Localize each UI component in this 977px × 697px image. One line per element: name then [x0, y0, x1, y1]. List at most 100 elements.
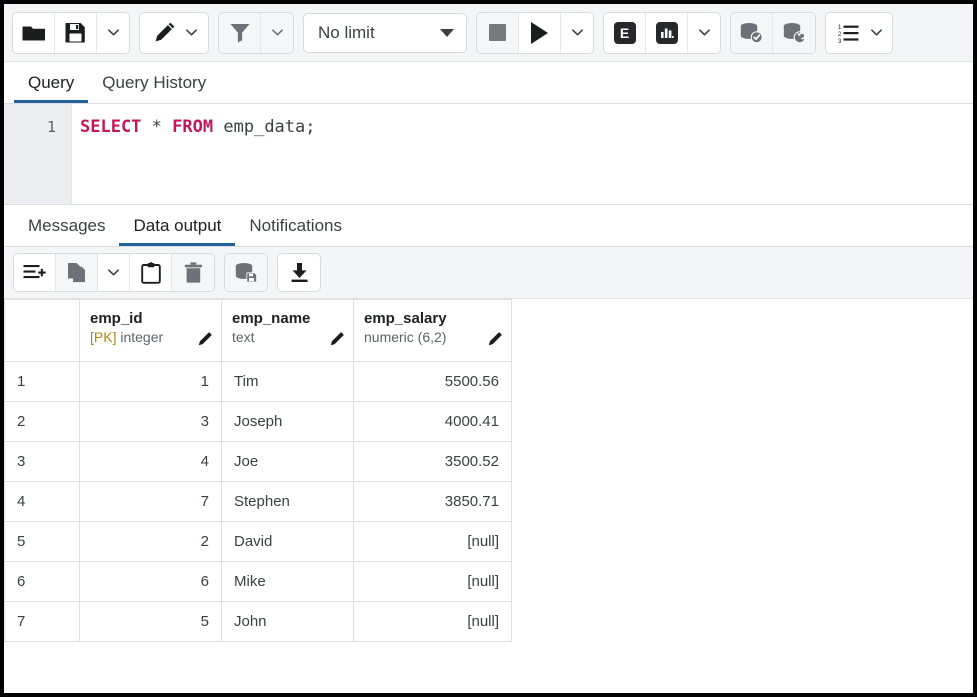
explain-analyze-button[interactable] [646, 13, 688, 53]
add-row-button[interactable] [14, 254, 56, 291]
cell-emp-name[interactable]: John [222, 602, 354, 642]
download-icon [289, 262, 310, 283]
edit-button[interactable] [140, 13, 182, 53]
download-csv-button[interactable] [278, 254, 320, 291]
database-rollback-icon [782, 22, 807, 44]
pencil-icon[interactable] [197, 331, 213, 347]
query-tab-bar: Query Query History [4, 62, 973, 104]
cell-emp-id[interactable]: 7 [80, 482, 222, 522]
filter-button-group [218, 12, 294, 54]
output-tab-bar: Messages Data output Notifications [4, 205, 973, 247]
add-row-icon [23, 263, 46, 282]
execute-button[interactable] [519, 13, 561, 53]
clipboard-icon [141, 262, 161, 284]
tab-data-output[interactable]: Data output [119, 217, 235, 246]
chevron-down-icon [272, 29, 283, 36]
execute-dropdown[interactable] [561, 13, 593, 53]
cell-emp-id[interactable]: 3 [80, 402, 222, 442]
edit-button-group [139, 12, 209, 54]
save-data-button[interactable] [225, 254, 267, 291]
open-file-button[interactable] [13, 13, 55, 53]
svg-text:2: 2 [838, 32, 842, 38]
cell-emp-salary[interactable]: 4000.41 [354, 402, 512, 442]
column-header-emp-id[interactable]: emp_id [PK] integer [80, 300, 222, 362]
column-header-emp-name[interactable]: emp_name text [222, 300, 354, 362]
table-row[interactable]: 66Mike[null] [5, 562, 512, 602]
table-row[interactable]: 75John[null] [5, 602, 512, 642]
macros-dropdown[interactable] [868, 13, 892, 53]
cell-emp-salary[interactable]: [null] [354, 522, 512, 562]
row-action-group [13, 253, 215, 292]
rollback-button[interactable] [773, 13, 815, 53]
pencil-icon[interactable] [487, 331, 503, 347]
table-row[interactable]: 34Joe3500.52 [5, 442, 512, 482]
bar-chart-icon [656, 22, 678, 44]
download-group [277, 253, 321, 292]
file-button-group [12, 12, 130, 54]
pencil-icon [153, 21, 176, 44]
sql-code-area[interactable]: SELECT * FROM emp_data; [72, 104, 973, 204]
database-save-icon [234, 262, 259, 284]
tab-notifications[interactable]: Notifications [235, 217, 356, 246]
folder-icon [22, 23, 46, 43]
cell-emp-salary[interactable]: 3500.52 [354, 442, 512, 482]
cell-emp-id[interactable]: 2 [80, 522, 222, 562]
save-file-dropdown[interactable] [97, 13, 129, 53]
edit-dropdown[interactable] [182, 13, 208, 53]
cell-emp-salary[interactable]: 3850.71 [354, 482, 512, 522]
stop-button[interactable] [477, 13, 519, 53]
delete-row-button[interactable] [172, 254, 214, 291]
table-row[interactable]: 23Joseph4000.41 [5, 402, 512, 442]
cell-emp-id[interactable]: 4 [80, 442, 222, 482]
table-row[interactable]: 52David[null] [5, 522, 512, 562]
column-name-emp-id: emp_id [90, 309, 213, 328]
explain-dropdown[interactable] [688, 13, 720, 53]
sql-editor[interactable]: 1 SELECT * FROM emp_data; [4, 104, 973, 205]
explain-button[interactable]: E [604, 13, 646, 53]
row-number-cell: 3 [5, 442, 80, 482]
table-row[interactable]: 47Stephen3850.71 [5, 482, 512, 522]
svg-text:1: 1 [838, 25, 842, 31]
commit-button[interactable] [731, 13, 773, 53]
cell-emp-name[interactable]: Joe [222, 442, 354, 482]
column-header-emp-salary[interactable]: emp_salary numeric (6,2) [354, 300, 512, 362]
main-toolbar: No limit E [4, 4, 973, 62]
cell-emp-salary[interactable]: [null] [354, 562, 512, 602]
filter-button[interactable] [219, 13, 261, 53]
chevron-down-icon [440, 29, 454, 37]
chevron-down-icon [108, 269, 119, 276]
filter-dropdown[interactable] [261, 13, 293, 53]
copy-button[interactable] [56, 254, 98, 291]
cell-emp-id[interactable]: 1 [80, 362, 222, 402]
pencil-icon[interactable] [329, 331, 345, 347]
tab-messages-label: Messages [28, 216, 105, 235]
cell-emp-name[interactable]: Mike [222, 562, 354, 602]
cell-emp-name[interactable]: Joseph [222, 402, 354, 442]
result-grid: emp_id [PK] integer emp_name text [4, 299, 512, 642]
cell-emp-salary[interactable]: [null] [354, 602, 512, 642]
save-file-button[interactable] [55, 13, 97, 53]
copy-dropdown[interactable] [98, 254, 130, 291]
cell-emp-id[interactable]: 5 [80, 602, 222, 642]
row-limit-select[interactable]: No limit [303, 13, 467, 53]
paste-button[interactable] [130, 254, 172, 291]
explain-button-group: E [603, 12, 721, 54]
tab-messages[interactable]: Messages [14, 217, 119, 246]
editor-gutter: 1 [4, 104, 72, 204]
save-icon [65, 22, 86, 43]
result-grid-container[interactable]: emp_id [PK] integer emp_name text [4, 299, 973, 693]
cell-emp-salary[interactable]: 5500.56 [354, 362, 512, 402]
table-row[interactable]: 11Tim5500.56 [5, 362, 512, 402]
execute-button-group [476, 12, 594, 54]
chevron-down-icon [108, 29, 119, 36]
chevron-down-icon [186, 29, 197, 36]
cell-emp-name[interactable]: David [222, 522, 354, 562]
tab-query[interactable]: Query [14, 74, 88, 103]
cell-emp-id[interactable]: 6 [80, 562, 222, 602]
cell-emp-name[interactable]: Tim [222, 362, 354, 402]
cell-emp-name[interactable]: Stephen [222, 482, 354, 522]
macros-button[interactable]: 1 2 3 [826, 13, 868, 53]
row-number-header [5, 300, 80, 362]
tab-query-history[interactable]: Query History [88, 74, 220, 103]
stop-square-icon [489, 24, 506, 41]
